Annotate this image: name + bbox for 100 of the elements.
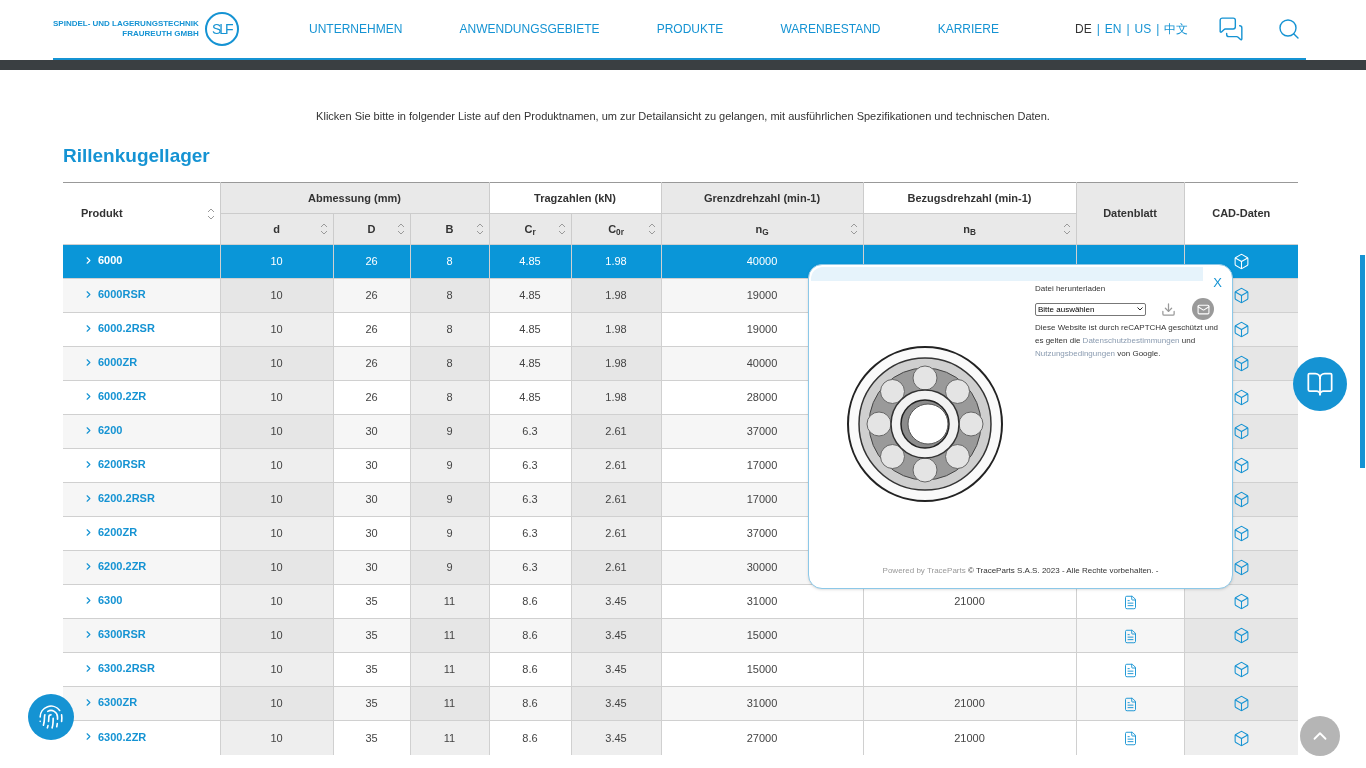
table-cell: 40000	[746, 357, 778, 370]
column-header: Datenblatt	[1076, 182, 1184, 245]
column-header[interactable]: n$_{G}$	[661, 213, 863, 245]
cube-icon[interactable]	[1232, 423, 1250, 441]
pdf-icon[interactable]	[1122, 628, 1138, 644]
column-header[interactable]: Produkt	[63, 182, 220, 245]
table-cell: 30	[365, 561, 378, 574]
sort-icon[interactable]	[206, 207, 215, 220]
chat-icon[interactable]	[1218, 16, 1245, 42]
language-link[interactable]: EN	[1104, 20, 1122, 38]
cube-icon[interactable]	[1232, 491, 1250, 509]
download-icon[interactable]	[1161, 301, 1176, 317]
cube-icon[interactable]	[1232, 389, 1250, 407]
table-row[interactable]: 6300ZR 10 35 11 8.6 3.45 31000 21000	[63, 686, 1298, 721]
cube-icon[interactable]	[1232, 661, 1250, 679]
sort-icon[interactable]	[557, 223, 566, 235]
cube-icon[interactable]	[1232, 287, 1250, 305]
table-cell: 8	[446, 323, 453, 336]
table-cell: 35	[365, 595, 378, 608]
traceparts-link[interactable]: TraceParts	[926, 566, 966, 575]
product-link[interactable]: 6000.2RSR	[83, 320, 155, 337]
table-cell: 1.98	[605, 289, 627, 302]
column-header[interactable]: C$_{r}$	[489, 213, 571, 245]
product-link[interactable]: 6000	[83, 252, 123, 269]
product-link[interactable]: 6200.2ZR	[83, 558, 147, 575]
table-row[interactable]: 6300.2RSR 10 35 11 8.6 3.45 15000	[63, 652, 1298, 687]
table-cell: 3.45	[605, 697, 627, 710]
table-cell: 37000	[746, 527, 778, 540]
cube-icon[interactable]	[1232, 729, 1250, 747]
table-cell: 8.6	[522, 629, 538, 642]
column-header[interactable]: C$_{0r}$	[571, 213, 661, 245]
nav-link[interactable]: ANWENDUNGSGEBIETE	[459, 20, 600, 38]
logo-text: FRAUREUTH GMBH	[122, 29, 199, 39]
table-cell: 21000	[954, 595, 985, 608]
cube-icon[interactable]	[1232, 627, 1250, 645]
column-header[interactable]: d	[220, 213, 333, 245]
sort-icon[interactable]	[647, 223, 656, 235]
product-link[interactable]: 6300RSR	[83, 626, 146, 643]
product-link[interactable]: 6300.2ZR	[83, 728, 147, 746]
language-link[interactable]: 中文	[1164, 20, 1189, 38]
pdf-icon[interactable]	[1122, 731, 1138, 747]
product-link[interactable]: 6200RSR	[83, 456, 146, 473]
language-link[interactable]: US	[1134, 20, 1152, 38]
table-cell: 10	[270, 493, 283, 506]
table-cell: 10	[270, 459, 283, 472]
pdf-icon[interactable]	[1122, 594, 1138, 610]
nav-link[interactable]: KARRIERE	[937, 20, 999, 38]
table-cell: 35	[365, 731, 378, 744]
product-link[interactable]: 6200.2RSR	[83, 490, 155, 507]
nav-link[interactable]: UNTERNEHMEN	[309, 20, 403, 38]
terms-link[interactable]: Nutzungsbedingungen	[1035, 349, 1116, 358]
scroll-top-button[interactable]	[1300, 716, 1340, 756]
column-header[interactable]: n$_{B}$	[863, 213, 1076, 245]
pdf-icon[interactable]	[1122, 696, 1138, 712]
cube-icon[interactable]	[1232, 457, 1250, 475]
cube-icon[interactable]	[1232, 695, 1250, 713]
table-row[interactable]: 6300.2ZR 10 35 11 8.6 3.45 27000 21000	[63, 720, 1298, 755]
column-header[interactable]: D	[333, 213, 410, 245]
table-cell: 21000	[954, 731, 985, 744]
cube-icon[interactable]	[1232, 253, 1250, 271]
sort-icon[interactable]	[396, 223, 405, 235]
cube-icon[interactable]	[1232, 321, 1250, 339]
table-cell: 2.61	[605, 561, 627, 574]
cube-icon[interactable]	[1232, 559, 1250, 577]
logo-mark[interactable]: SLF	[204, 12, 239, 46]
product-link[interactable]: 6000.2ZR	[83, 388, 147, 405]
product-link[interactable]: 6200	[83, 422, 123, 439]
product-link[interactable]: 6300ZR	[83, 694, 138, 711]
column-header[interactable]: B	[410, 213, 489, 245]
product-link[interactable]: 6300.2RSR	[83, 660, 155, 677]
table-cell: 8	[446, 289, 453, 302]
cube-icon[interactable]	[1232, 525, 1250, 543]
fingerprint-button[interactable]	[28, 694, 74, 740]
table-cell: 10	[270, 527, 283, 540]
privacy-link[interactable]: Datenschutzbestimmungen	[1082, 336, 1180, 345]
nav-link[interactable]: WARENBESTAND	[780, 20, 881, 38]
language-link[interactable]: DE	[1075, 20, 1092, 38]
cube-icon[interactable]	[1232, 593, 1250, 611]
product-link[interactable]: 6000RSR	[83, 286, 146, 303]
cube-icon[interactable]	[1232, 355, 1250, 373]
nav-link[interactable]: PRODUKTE	[656, 20, 724, 38]
mail-button[interactable]	[1192, 298, 1214, 320]
table-cell: 8.6	[522, 663, 538, 676]
sort-icon[interactable]	[849, 223, 858, 235]
table-row[interactable]: 6300 10 35 11 8.6 3.45 31000 21000	[63, 584, 1298, 619]
intro-text: Klicken Sie bitte in folgender Liste auf den Produktnamen, um zur Detailansicht zu gelangen, mit ausführlichen Spezifikationen und technischen Daten.	[315, 109, 1051, 124]
pdf-icon[interactable]	[1122, 662, 1138, 678]
scrollbar-thumb[interactable]	[1360, 255, 1365, 468]
product-link[interactable]: 6200ZR	[83, 524, 138, 541]
table-row[interactable]: 6300RSR 10 35 11 8.6 3.45 15000	[63, 618, 1298, 653]
format-select[interactable]: Bitte auswählen	[1035, 302, 1146, 316]
sort-icon[interactable]	[475, 223, 484, 235]
product-link[interactable]: 6300	[83, 592, 123, 609]
sort-icon[interactable]	[1062, 223, 1071, 235]
manual-button[interactable]	[1293, 357, 1347, 411]
sort-icon[interactable]	[319, 223, 328, 235]
table-cell: 9	[446, 527, 453, 540]
table-cell: 10	[270, 697, 283, 710]
product-link[interactable]: 6000ZR	[83, 354, 138, 371]
table-cell: 6.3	[522, 561, 538, 574]
